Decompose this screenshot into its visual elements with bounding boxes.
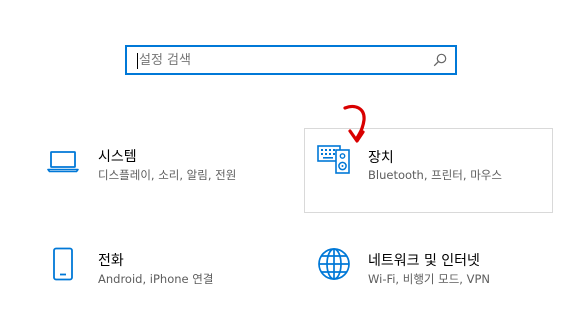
laptop-icon [47, 151, 79, 173]
category-title: 시스템 [98, 149, 137, 165]
red-arrow-icon [343, 104, 366, 143]
text-cursor [137, 53, 138, 69]
category-network[interactable]: 네트워크 및 인터넷 Wi-Fi, 비행기 모드, VPN [304, 232, 553, 312]
category-description: Wi-Fi, 비행기 모드, VPN [368, 272, 491, 286]
search-box[interactable] [125, 45, 457, 75]
category-description: 디스플레이, 소리, 알림, 전원 [98, 168, 237, 182]
category-title: 네트워크 및 인터넷 [368, 253, 480, 269]
category-title: 전화 [98, 253, 124, 269]
category-description: Android, iPhone 연결 [98, 272, 214, 286]
category-title: 장치 [368, 150, 394, 166]
category-phone[interactable]: 전화 Android, iPhone 연결 [40, 232, 290, 312]
category-description: Bluetooth, 프린터, 마우스 [368, 168, 502, 182]
search-input[interactable] [139, 49, 429, 71]
phone-icon [53, 247, 73, 281]
category-system[interactable]: 시스템 디스플레이, 소리, 알림, 전원 [40, 130, 290, 212]
search-icon[interactable] [433, 53, 447, 67]
globe-icon [318, 248, 350, 280]
